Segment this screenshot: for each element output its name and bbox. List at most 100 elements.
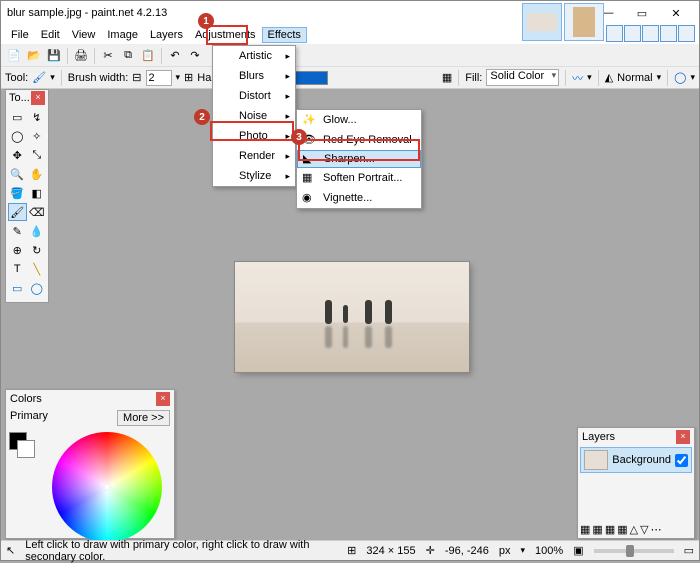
- brush-inc[interactable]: ⊞: [184, 71, 193, 84]
- close-button[interactable]: ✕: [659, 2, 693, 24]
- effects-render[interactable]: Render▸: [213, 146, 295, 166]
- history-toggle-icon[interactable]: [624, 25, 641, 42]
- tools-close[interactable]: ×: [31, 91, 45, 105]
- paste-icon[interactable]: 📋: [139, 47, 157, 65]
- maximize-button[interactable]: ▭: [625, 2, 659, 24]
- tool-fill[interactable]: 🪣: [8, 184, 27, 202]
- antialias-icon[interactable]: 〰: [572, 70, 583, 86]
- zoom-slider[interactable]: [594, 549, 674, 553]
- tool-magic-wand[interactable]: ✧: [28, 127, 47, 145]
- tool-move-selection[interactable]: ⤡: [28, 146, 47, 164]
- brush-width-label: Brush width:: [68, 72, 129, 84]
- photo-submenu: ✨Glow... 👁Red Eye Removal ◣Sharpen... ▦S…: [296, 109, 422, 209]
- effects-noise[interactable]: Noise▸: [213, 106, 295, 126]
- colors-toggle-icon[interactable]: [660, 25, 677, 42]
- secondary-color-swatch[interactable]: [17, 440, 35, 458]
- pointer-icon: ↖: [6, 544, 15, 557]
- tool-shapes[interactable]: ◯: [28, 279, 47, 297]
- layers-toggle-icon[interactable]: [642, 25, 659, 42]
- brush-dec[interactable]: ⊟: [132, 71, 141, 84]
- tool-ellipse-select[interactable]: ◯: [8, 127, 27, 145]
- menu-effects[interactable]: Effects: [262, 27, 307, 43]
- layer-add-icon[interactable]: ▦: [580, 523, 590, 536]
- photo-vignette[interactable]: ◉Vignette...: [297, 188, 421, 208]
- colors-close[interactable]: ×: [156, 392, 170, 406]
- settings-icon[interactable]: [678, 25, 695, 42]
- undo-icon[interactable]: ↶: [166, 47, 184, 65]
- tool-clone[interactable]: ⊕: [8, 241, 27, 259]
- layer-opacity-icon[interactable]: ◯: [674, 71, 686, 84]
- tool-pencil[interactable]: ✎: [8, 222, 27, 240]
- print-icon[interactable]: 🖨: [72, 47, 90, 65]
- tool-color-picker[interactable]: 💧: [28, 222, 47, 240]
- tool-gradient[interactable]: ◧: [28, 184, 47, 202]
- thumb-1[interactable]: [522, 3, 562, 41]
- menu-adjustments[interactable]: Adjustments: [189, 27, 262, 43]
- layer-props-icon[interactable]: ⋯: [651, 523, 662, 536]
- alpha-icon[interactable]: ▦: [442, 71, 452, 84]
- thumb-2[interactable]: [564, 3, 604, 41]
- tool-paintbrush[interactable]: 🖌: [8, 203, 27, 221]
- tool-zoom[interactable]: 🔍: [8, 165, 27, 183]
- zoom-fit-icon[interactable]: ▣: [573, 544, 583, 557]
- tool-lasso[interactable]: ↯: [28, 108, 47, 126]
- tool-pan[interactable]: ✋: [28, 165, 47, 183]
- tool-move[interactable]: ✥: [8, 146, 27, 164]
- colors-title: Colors: [10, 393, 42, 405]
- menu-layers[interactable]: Layers: [144, 27, 189, 43]
- status-cursor: -96, -246: [445, 545, 489, 557]
- layer-row[interactable]: Background: [580, 447, 692, 473]
- brush-width-input[interactable]: [146, 70, 172, 86]
- tool-recolor[interactable]: ↻: [28, 241, 47, 259]
- layer-dup-icon[interactable]: ▦: [605, 523, 615, 536]
- menu-edit[interactable]: Edit: [35, 27, 66, 43]
- status-zoom: 100%: [535, 545, 563, 557]
- top-right-buttons: [606, 25, 695, 42]
- fill-select[interactable]: Solid Color: [486, 69, 559, 86]
- layer-up-icon[interactable]: △: [630, 523, 638, 536]
- colors-more-button[interactable]: More >>: [117, 410, 170, 426]
- status-hint: Left click to draw with primary color, r…: [25, 539, 337, 563]
- tool-eraser[interactable]: ⌫: [28, 203, 47, 221]
- effects-dropdown: Artistic▸ Blurs▸ Distort▸ Noise▸ Photo▸ …: [212, 45, 296, 187]
- menu-view[interactable]: View: [66, 27, 102, 43]
- photo-redeye[interactable]: 👁Red Eye Removal: [297, 130, 421, 150]
- callout-marker-2: 2: [194, 109, 210, 125]
- tool-text[interactable]: T: [8, 260, 27, 278]
- layer-visible-checkbox[interactable]: [675, 454, 688, 467]
- cursor-toggle-icon[interactable]: [606, 25, 623, 42]
- copy-icon[interactable]: ⧉: [119, 47, 137, 65]
- menu-file[interactable]: File: [5, 27, 35, 43]
- size-icon: ⊞: [347, 544, 356, 557]
- effects-stylize[interactable]: Stylize▸: [213, 166, 295, 186]
- doc-thumbnails: [522, 1, 604, 43]
- color-wheel[interactable]: [52, 432, 162, 542]
- effects-distort[interactable]: Distort▸: [213, 86, 295, 106]
- redo-icon[interactable]: ↷: [186, 47, 204, 65]
- save-icon[interactable]: 💾: [45, 47, 63, 65]
- layers-close[interactable]: ×: [676, 430, 690, 444]
- open-icon[interactable]: 📂: [25, 47, 43, 65]
- tools-title: To...: [9, 92, 30, 104]
- photo-sharpen[interactable]: ◣Sharpen...: [297, 150, 421, 168]
- photo-glow[interactable]: ✨Glow...: [297, 110, 421, 130]
- main-toolbar: 📄 📂 💾 🖨 ✂ ⧉ 📋 ↶ ↷: [1, 45, 699, 67]
- layer-delete-icon[interactable]: ▦: [592, 523, 602, 536]
- tool-rectangle[interactable]: ▭: [8, 279, 27, 297]
- layer-merge-icon[interactable]: ▦: [617, 523, 627, 536]
- tool-line[interactable]: ╲: [28, 260, 47, 278]
- canvas[interactable]: [235, 262, 469, 372]
- colors-primary-select[interactable]: Primary: [10, 410, 114, 426]
- photo-soften[interactable]: ▦Soften Portrait...: [297, 168, 421, 188]
- menu-image[interactable]: Image: [101, 27, 144, 43]
- effects-artistic[interactable]: Artistic▸: [213, 46, 295, 66]
- effects-photo[interactable]: Photo▸: [213, 126, 295, 146]
- new-icon[interactable]: 📄: [5, 47, 23, 65]
- cut-icon[interactable]: ✂: [99, 47, 117, 65]
- effects-blurs[interactable]: Blurs▸: [213, 66, 295, 86]
- zoom-actual-icon[interactable]: ▭: [684, 544, 694, 557]
- tool-rect-select[interactable]: ▭: [8, 108, 27, 126]
- tool-brush-icon[interactable]: 🖌: [32, 71, 46, 84]
- layer-down-icon[interactable]: ▽: [640, 523, 648, 536]
- blend-icon[interactable]: ◭: [605, 71, 613, 84]
